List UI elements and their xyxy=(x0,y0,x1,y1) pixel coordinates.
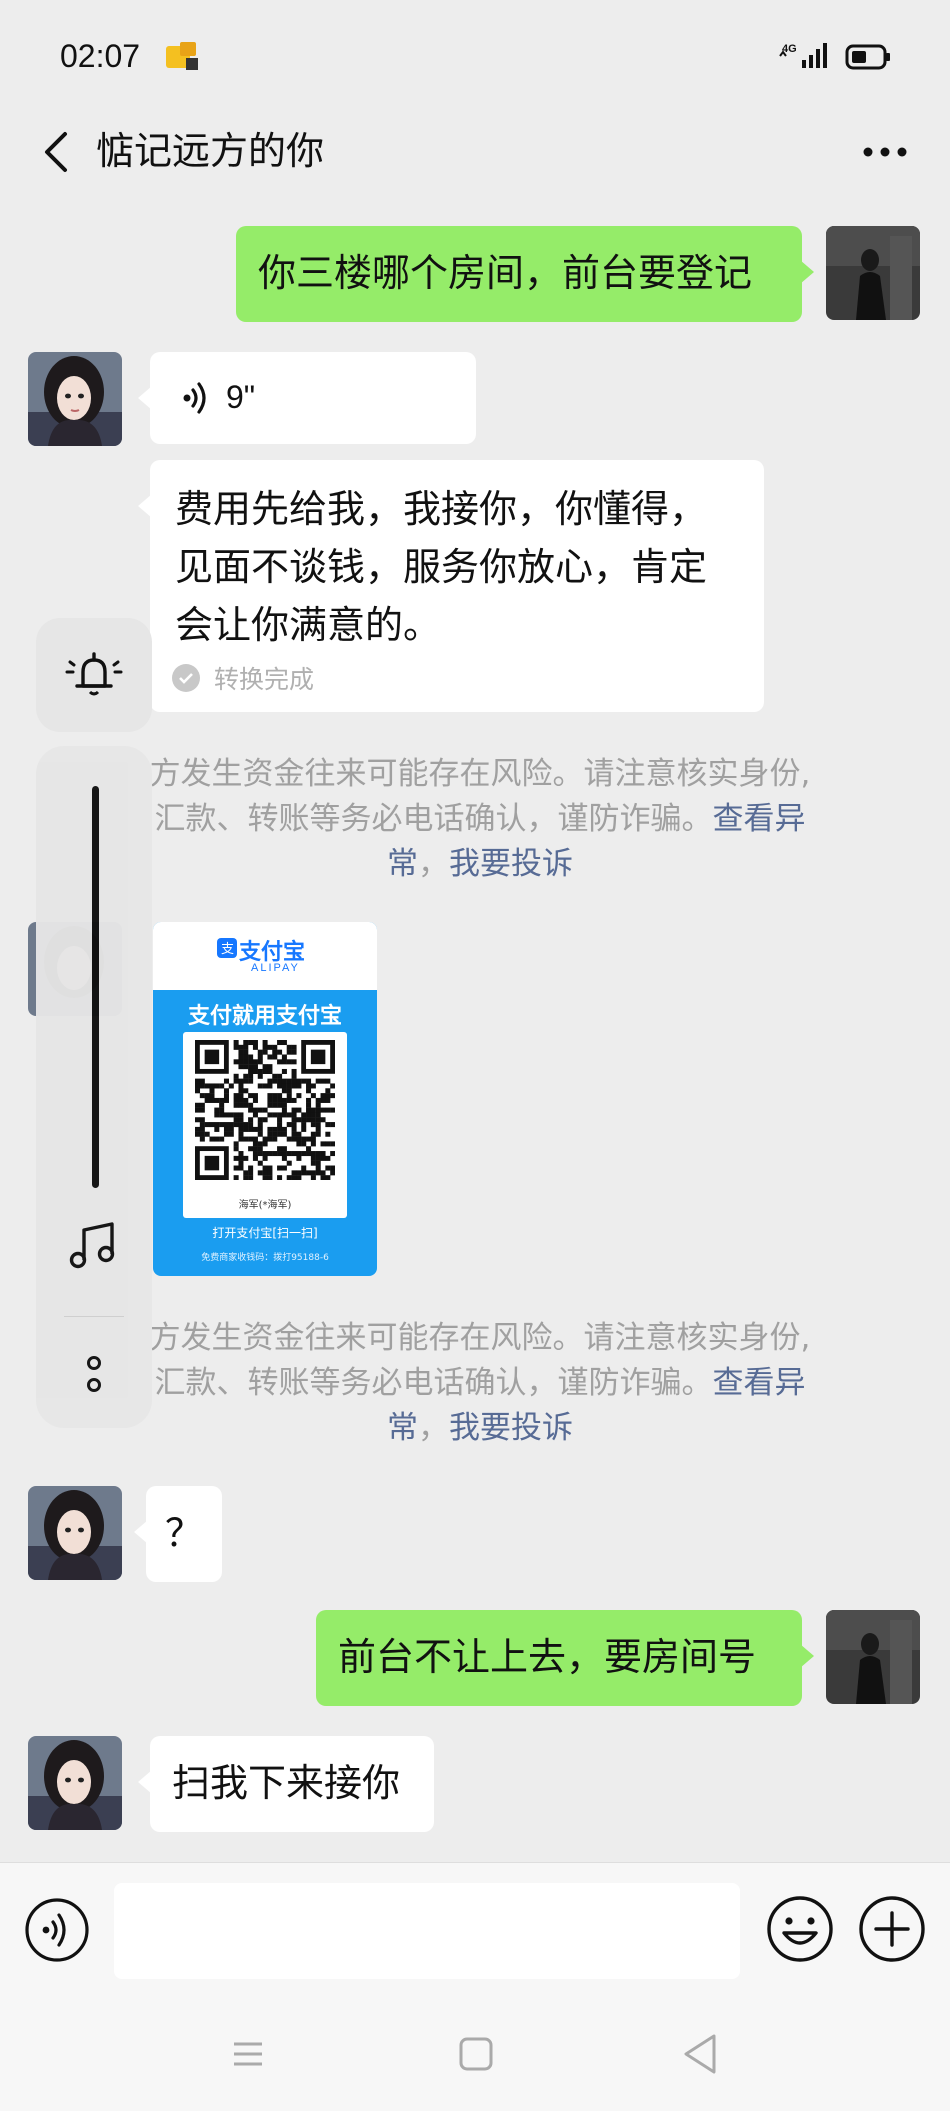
view-abnormal-link-cont[interactable]: 常 xyxy=(387,846,418,882)
contact-avatar[interactable] xyxy=(28,1736,122,1830)
qr-slogan: 支付就用支付宝 xyxy=(187,1004,342,1029)
qr-header: 支 支付宝 ALIPAY xyxy=(153,922,377,990)
message-text: 前台不让上去，要房间号 xyxy=(338,1635,757,1679)
message-text: 扫我下来接你 xyxy=(172,1761,401,1805)
plus-icon[interactable] xyxy=(856,1893,928,1965)
message-bubble-sent[interactable]: 你三楼哪个房间，前台要登记 xyxy=(236,226,814,322)
system-nav-bar xyxy=(0,1998,950,2111)
svg-text:支: 支 xyxy=(221,942,234,957)
message-text: 你三楼哪个房间，前台要登记 xyxy=(258,251,753,295)
voice-wave-icon xyxy=(183,382,206,414)
notice-separator: ， xyxy=(418,846,449,882)
my-avatar[interactable] xyxy=(826,1610,920,1704)
panel-divider xyxy=(64,1316,124,1317)
view-abnormal-link[interactable]: 查看异 xyxy=(713,801,806,837)
notice-separator: ， xyxy=(418,1410,449,1446)
fraud-warning-notice: 方发生资金往来可能存在风险。请注意核实身份, 汇款、转账等务必电话确认，谨防诈骗… xyxy=(80,752,880,887)
chat-input-bar xyxy=(0,1862,950,1998)
voice-input-icon[interactable] xyxy=(24,1897,90,1963)
emoji-icon[interactable] xyxy=(764,1893,836,1965)
voice-duration: 9" xyxy=(226,379,256,415)
my-avatar[interactable] xyxy=(826,226,920,320)
report-link[interactable]: 我要投诉 xyxy=(449,846,573,882)
message-input[interactable] xyxy=(114,1883,740,1979)
status-bar: 02:07 4G xyxy=(0,0,950,110)
view-abnormal-link-cont[interactable]: 常 xyxy=(387,1410,418,1446)
back-arrow-icon xyxy=(45,132,67,172)
chat-title: 惦记远方的你 xyxy=(96,129,325,173)
battery-icon xyxy=(845,44,890,70)
vertical-dots-icon xyxy=(87,1356,101,1392)
message-bubble-sent[interactable]: 前台不让上去，要房间号 xyxy=(316,1610,814,1706)
contact-avatar[interactable] xyxy=(28,352,122,446)
message-text-line: 会让你满意的。 xyxy=(175,603,442,647)
more-button[interactable] xyxy=(852,122,918,182)
message-text-line: 费用先给我，我接你，你懂得， xyxy=(175,487,708,531)
back-button[interactable] xyxy=(26,122,86,182)
nav-menu-icon[interactable] xyxy=(226,2032,270,2076)
view-abnormal-link[interactable]: 查看异 xyxy=(713,1365,806,1401)
alipay-logo-icon: 支 xyxy=(217,938,237,958)
qr-open-text: 打开支付宝[扫一扫] xyxy=(212,1226,318,1240)
voice-message-bubble[interactable]: 9" xyxy=(138,352,476,444)
bell-icon xyxy=(65,652,123,696)
fraud-warning-notice: 方发生资金往来可能存在风险。请注意核实身份, 汇款、转账等务必电话确认，谨防诈骗… xyxy=(80,1316,880,1451)
conversion-status-text: 转换完成 xyxy=(214,665,315,694)
notice-line: 汇款、转账等务必电话确认，谨防诈骗。 xyxy=(154,801,713,837)
signal-4g-icon: 4G xyxy=(779,43,827,68)
nav-home-icon[interactable] xyxy=(454,2032,498,2076)
qr-payee-name: 海军(*海军) xyxy=(238,1200,292,1211)
panel-more-button[interactable] xyxy=(74,1350,114,1400)
notice-line: 汇款、转账等务必电话确认，谨防诈骗。 xyxy=(154,1365,713,1401)
qr-hint-text: 免费商家收钱码：拨打95188-6 xyxy=(201,1253,329,1263)
notice-line: 方发生资金往来可能存在风险。请注意核实身份, xyxy=(149,1320,811,1356)
alipay-qr-image[interactable]: 支 支付宝 ALIPAY 支付就用支付宝 海军(*海军) 打开支付宝[扫一扫] … xyxy=(153,922,377,1276)
message-text-line: 见面不谈钱，服务你放心，肯定 xyxy=(175,545,708,589)
nav-back-icon[interactable] xyxy=(678,2030,722,2078)
volume-slider[interactable] xyxy=(92,786,99,1188)
contact-avatar[interactable] xyxy=(28,1486,122,1580)
check-icon xyxy=(172,664,200,692)
status-time: 02:07 xyxy=(60,38,141,74)
qr-brand-en: ALIPAY xyxy=(251,962,300,974)
app-notification-icon xyxy=(166,42,198,70)
message-text: ？ xyxy=(164,1511,203,1555)
message-bubble-received[interactable]: ？ xyxy=(134,1486,222,1582)
floating-media-panel xyxy=(36,746,152,1428)
report-link[interactable]: 我要投诉 xyxy=(449,1410,573,1446)
chat-header: 惦记远方的你 xyxy=(0,110,950,200)
qr-code xyxy=(195,1040,335,1180)
music-note-icon[interactable] xyxy=(66,1218,122,1274)
conversion-status: 转换完成 xyxy=(172,660,314,696)
qr-code-box: 海军(*海军) xyxy=(183,1032,347,1218)
floating-bell-button[interactable] xyxy=(36,618,152,732)
more-dots-icon xyxy=(863,147,907,157)
notice-line: 方发生资金往来可能存在风险。请注意核实身份, xyxy=(149,756,811,792)
message-bubble-received[interactable]: 扫我下来接你 xyxy=(138,1736,434,1832)
